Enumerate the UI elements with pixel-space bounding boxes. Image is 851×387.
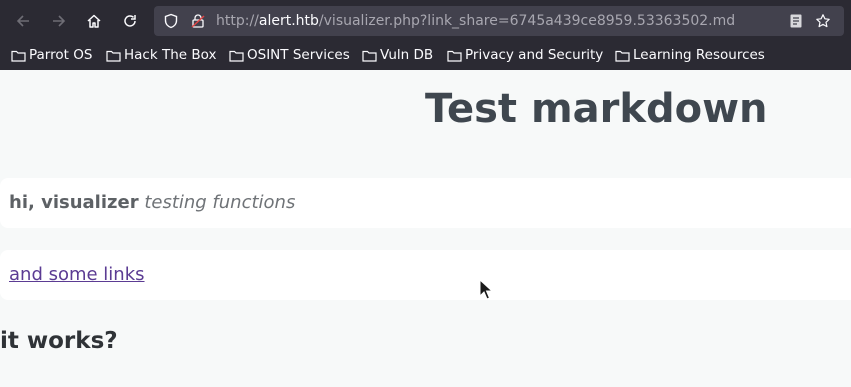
nav-toolbar: http://alert.htb/visualizer.php?link_sha…: [0, 0, 851, 41]
section-heading: it works?: [0, 328, 118, 354]
bookmark-label: Parrot OS: [29, 47, 93, 63]
url-path: /visualizer.php?link_share=6745a439ce895…: [318, 13, 736, 29]
mouse-pointer-icon: [479, 279, 493, 300]
page-content: Test markdown hi, visualizer testing fun…: [0, 70, 851, 387]
forward-button[interactable]: [46, 8, 72, 34]
reader-view-icon[interactable]: [788, 13, 804, 29]
address-bar[interactable]: http://alert.htb/visualizer.php?link_sha…: [154, 6, 844, 36]
folder-icon: [615, 50, 630, 62]
shield-icon[interactable]: [163, 13, 179, 29]
back-button[interactable]: [10, 8, 36, 34]
folder-icon: [447, 50, 462, 62]
folder-icon: [229, 50, 244, 62]
folder-icon: [11, 50, 26, 62]
italic-text: testing functions: [144, 192, 296, 213]
url-scheme: http://: [216, 13, 259, 29]
url-host: alert.htb: [258, 13, 319, 29]
reload-icon: [124, 15, 136, 27]
content-link[interactable]: and some links: [9, 264, 145, 285]
bookmark-folder-learning-resources[interactable]: Learning Resources: [615, 46, 765, 64]
url-text[interactable]: http://alert.htb/visualizer.php?link_sha…: [216, 6, 735, 36]
bold-text: hi, visualizer: [9, 192, 139, 213]
bookmark-folder-privacy-and-security[interactable]: Privacy and Security: [447, 46, 603, 64]
page-title: Test markdown: [425, 86, 768, 132]
folder-icon: [362, 50, 377, 62]
paragraph-text: hi, visualizer testing functions: [9, 192, 295, 213]
link-wrapper: and some links: [9, 264, 145, 285]
bookmark-folder-vuln-db[interactable]: Vuln DB: [362, 46, 433, 64]
folder-icon: [106, 50, 121, 62]
home-icon: [87, 14, 101, 28]
bookmark-folder-parrot-os[interactable]: Parrot OS: [11, 46, 92, 64]
back-arrow-icon: [16, 15, 29, 27]
bookmark-label: Privacy and Security: [465, 47, 604, 63]
forward-arrow-icon: [53, 15, 66, 27]
bookmark-folder-osint-services[interactable]: OSINT Services: [229, 46, 350, 64]
markdown-paragraph: hi, visualizer testing functions: [0, 178, 851, 228]
bookmark-label: Learning Resources: [633, 47, 765, 63]
markdown-link-block: and some links: [0, 250, 851, 300]
bookmark-folder-hack-the-box[interactable]: Hack The Box: [106, 46, 216, 64]
bookmark-star-icon[interactable]: [815, 13, 831, 29]
bookmarks-toolbar: Parrot OS Hack The Box OSINT Services Vu…: [0, 43, 851, 67]
browser-chrome: http://alert.htb/visualizer.php?link_sha…: [0, 0, 851, 70]
bookmark-label: Vuln DB: [380, 47, 434, 63]
bookmark-label: OSINT Services: [247, 47, 350, 63]
home-button[interactable]: [81, 8, 107, 34]
bookmark-label: Hack The Box: [124, 47, 217, 63]
lock-icon[interactable]: [190, 13, 206, 29]
reload-button[interactable]: [117, 8, 143, 34]
